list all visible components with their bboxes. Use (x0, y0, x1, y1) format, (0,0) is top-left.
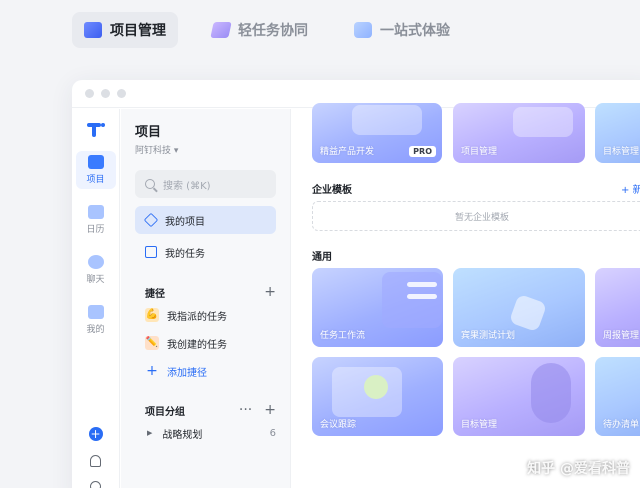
new-enterprise-template-link[interactable]: + 新 (621, 181, 640, 196)
nav-title: 项目 (135, 125, 162, 140)
rail-item-label: 我的 (86, 325, 105, 335)
shortcut-assigned-by-me[interactable]: 💪 我指派的任务 (135, 302, 276, 328)
card-label: 目标管理 (603, 147, 640, 157)
bell-icon[interactable] (90, 455, 101, 467)
general-templates-title: 通用 (312, 252, 332, 263)
layers-icon (143, 212, 159, 228)
search-input[interactable]: 搜索 (⌘K) (135, 170, 276, 198)
search-icon[interactable] (90, 481, 101, 488)
project-nav-panel: 项目 阿钉科技 ▾ 搜索 (⌘K) 我的项目 我的任务 捷径 + 💪 我指派的任… (121, 109, 291, 488)
group-label: 战略规划 (162, 429, 203, 441)
groups-section-header: 项目分组 ··· + (135, 402, 276, 418)
watermark: 知乎 @爱看科普 (527, 461, 630, 477)
card-label: 会议跟踪 (320, 420, 357, 430)
tab-label: 一站式体验 (380, 23, 450, 39)
light-task-icon (210, 22, 232, 38)
shortcut-label: 我指派的任务 (167, 311, 227, 323)
template-card[interactable]: 项目管理 (453, 103, 585, 163)
org-switcher[interactable]: 阿钉科技 ▾ (135, 143, 276, 156)
template-card[interactable]: 待办清单 (595, 357, 640, 436)
create-plus-icon[interactable]: + (88, 427, 103, 441)
tab-label: 轻任务协同 (238, 23, 308, 39)
card-label: 宾果测试计划 (461, 331, 516, 341)
template-card[interactable]: 周报管理 (595, 268, 640, 347)
nav-item-my-tasks[interactable]: 我的任务 (135, 238, 276, 266)
rail-bottom-actions: + (88, 427, 103, 488)
search-placeholder: 搜索 (⌘K) (163, 180, 211, 192)
nav-item-label: 我的任务 (165, 248, 205, 260)
template-card[interactable]: 宾果测试计划 (453, 268, 585, 347)
empty-text: 暂无企业模板 (454, 212, 509, 223)
shortcut-created-by-me[interactable]: ✏️ 我创建的任务 (135, 330, 276, 356)
flexed-arm-icon: 💪 (145, 308, 159, 322)
more-icon[interactable]: ··· (239, 402, 252, 418)
calendar-icon (87, 205, 104, 219)
card-label: 项目管理 (461, 147, 498, 157)
caret-right-icon[interactable]: ▶ (147, 429, 152, 437)
section-title: 捷径 (145, 288, 165, 300)
enterprise-templates-title: 企业模板 (312, 185, 352, 196)
app-rail: 项目 日历 聊天 我的 + (72, 109, 120, 488)
card-label: 目标管理 (461, 420, 498, 430)
search-icon (145, 179, 155, 189)
template-card[interactable]: 会议跟踪 (312, 357, 443, 436)
monitor-icon (354, 22, 372, 38)
template-card[interactable]: 精益产品开发 PRO (312, 103, 442, 163)
add-shortcut-button[interactable]: + 添加捷径 (135, 358, 276, 384)
pencil-icon: ✏️ (145, 336, 159, 350)
shortcuts-section-header: 捷径 + (135, 284, 276, 300)
section-title: 项目分组 (145, 406, 185, 418)
window-dot-close[interactable] (85, 89, 94, 98)
card-label: 任务工作流 (320, 331, 366, 341)
template-card[interactable]: 目标管理 (595, 103, 640, 163)
template-gallery: 精益产品开发 PRO 项目管理 目标管理 企业模板 + 新 暂无企业模板 通用 … (292, 103, 640, 488)
nav-item-label: 我的项目 (165, 216, 205, 228)
card-label: 待办清单 (603, 420, 640, 430)
group-count: 6 (269, 427, 276, 439)
plus-icon: + (146, 363, 158, 379)
add-group-plus-icon[interactable]: + (264, 402, 276, 418)
app-window: 项目 日历 聊天 我的 + 项目 阿钉科技 ▾ 搜索 (⌘K) 我的项目 我的任… (72, 80, 640, 488)
pro-badge: PRO (409, 146, 436, 157)
template-card[interactable]: 任务工作流 (312, 268, 443, 347)
enterprise-empty-state: 暂无企业模板 (312, 201, 640, 231)
checkbox-icon (145, 246, 157, 258)
rail-item-label: 项目 (86, 175, 105, 185)
rail-item-chat[interactable]: 聊天 (76, 251, 116, 289)
rail-item-project[interactable]: 项目 (75, 151, 116, 189)
add-shortcut-plus-icon[interactable]: + (264, 284, 276, 300)
card-label: 精益产品开发 (320, 147, 375, 157)
template-card[interactable]: 目标管理 (453, 357, 585, 436)
add-shortcut-label: 添加捷径 (167, 367, 207, 379)
feature-tabs: 项目管理 轻任务协同 一站式体验 (72, 12, 462, 48)
app-logo-icon (86, 123, 105, 139)
rail-item-mine[interactable]: 我的 (76, 301, 116, 339)
rail-item-label: 聊天 (86, 275, 105, 285)
shortcut-label: 我创建的任务 (167, 339, 227, 351)
tab-one-stop[interactable]: 一站式体验 (342, 12, 462, 48)
chat-icon (87, 255, 104, 269)
nav-item-my-projects[interactable]: 我的项目 (135, 206, 276, 234)
rail-item-label: 日历 (86, 225, 105, 235)
tab-project-management[interactable]: 项目管理 (72, 12, 178, 48)
tab-label: 项目管理 (110, 23, 166, 39)
profile-icon (87, 305, 104, 319)
card-label: 周报管理 (603, 331, 640, 341)
window-dot-maximize[interactable] (117, 89, 126, 98)
rail-item-calendar[interactable]: 日历 (76, 201, 116, 239)
group-item[interactable]: ▶ 战略规划 6 (135, 420, 276, 446)
window-dot-minimize[interactable] (101, 89, 110, 98)
tab-light-task[interactable]: 轻任务协同 (200, 12, 320, 48)
project-icon (84, 22, 102, 38)
cube-icon (87, 155, 104, 169)
